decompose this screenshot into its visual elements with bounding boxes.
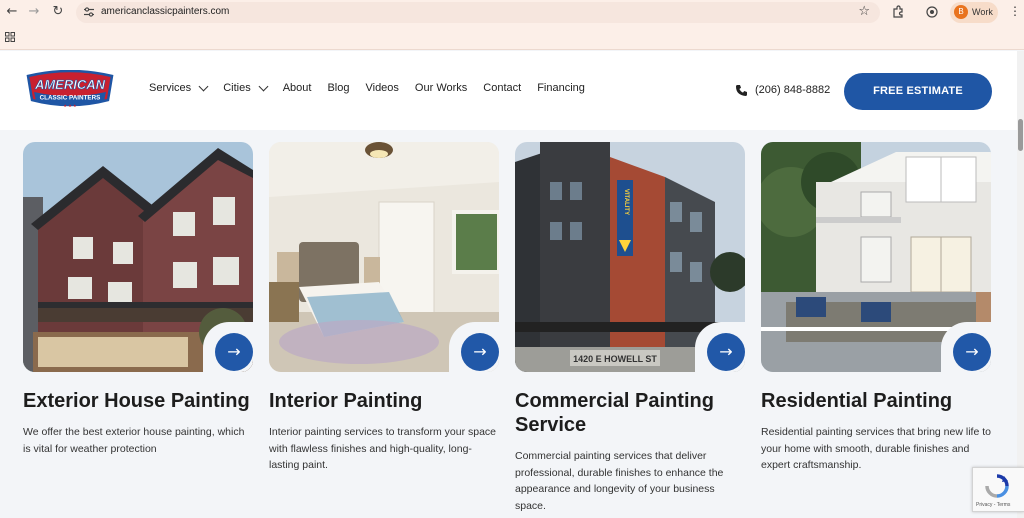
card-image-commercial[interactable]: VITALITY 1420 E HOWELL ST → [515,142,745,372]
site-logo[interactable]: AMERICAN CLASSIC PAINTERS ★ ★ ★ [24,70,116,110]
svg-text:VITALITY: VITALITY [623,189,629,215]
arrow-right-icon[interactable]: → [707,333,745,371]
extensions-icon[interactable] [891,5,905,19]
card-title[interactable]: Commercial Painting Service [515,389,745,437]
avatar: B [954,5,968,19]
forward-arrow-icon[interactable]: → [26,4,42,20]
card-title[interactable]: Residential Painting [761,389,991,413]
card-image-residential[interactable]: → [761,142,991,372]
card-description: Residential painting services that bring… [761,426,991,471]
phone-icon [736,85,747,96]
site-header: AMERICAN CLASSIC PAINTERS ★ ★ ★ Services… [0,51,1024,130]
bookmarks-bar [0,25,1024,50]
main-nav: Services Cities About Blog Videos Our Wo… [149,81,601,94]
nav-financing[interactable]: Financing [537,82,585,94]
logo-text-bottom: CLASSIC PAINTERS [40,95,101,102]
page-scrollbar[interactable] [1017,51,1024,518]
nav-cities[interactable]: Cities [223,81,269,94]
service-card-commercial[interactable]: VITALITY 1420 E HOWELL ST → Commercial P… [515,142,745,514]
url-text: americanclassicpainters.com [101,6,230,17]
free-estimate-button[interactable]: FREE ESTIMATE [844,73,992,110]
reload-icon[interactable]: ↻ [50,4,66,20]
recaptcha-icon [985,474,1009,498]
nav-our-works[interactable]: Our Works [415,82,467,94]
browser-toolbar: ← → ↻ americanclassicpainters.com ☆ B Wo… [0,0,1024,25]
card-title[interactable]: Exterior House Painting [23,389,253,413]
svg-text:★ ★ ★: ★ ★ ★ [63,103,77,108]
arrow-right-icon[interactable]: → [461,333,499,371]
nav-contact[interactable]: Contact [483,82,521,94]
scrollbar-thumb[interactable] [1018,119,1023,151]
profile-chip[interactable]: B Work [950,2,998,23]
address-bar[interactable]: americanclassicpainters.com ☆ [76,2,880,23]
logo-text-top: AMERICAN [34,77,106,92]
nav-videos[interactable]: Videos [365,82,398,94]
profile-label: Work [972,7,993,17]
browser-menu-icon[interactable]: ⋮ [1009,4,1021,18]
service-card-exterior[interactable]: → Exterior House Painting We offer the b… [23,142,253,457]
arrow-right-icon[interactable]: → [215,333,253,371]
recaptcha-badge[interactable]: Privacy - Terms [972,467,1024,512]
building-sign: 1420 E HOWELL ST [573,354,657,364]
chevron-down-icon [198,81,209,91]
apps-grid-icon[interactable] [5,32,15,42]
service-card-interior[interactable]: → Interior Painting Interior painting se… [269,142,499,474]
card-title[interactable]: Interior Painting [269,389,499,413]
nav-blog[interactable]: Blog [327,82,349,94]
chevron-down-icon [258,81,269,91]
card-image-exterior[interactable]: → [23,142,253,372]
nav-about[interactable]: About [283,82,312,94]
arrow-right-icon[interactable]: → [953,333,991,371]
media-control-icon[interactable] [925,5,939,19]
card-description: Commercial painting services that delive… [515,450,724,512]
site-info-icon[interactable] [83,6,95,18]
phone-number[interactable]: (206) 848-8882 [755,84,830,96]
card-description: Interior painting services to transform … [269,426,497,471]
card-description: We offer the best exterior house paintin… [23,426,245,455]
back-arrow-icon[interactable]: ← [4,4,20,20]
nav-label: Cities [223,82,251,94]
nav-label: Services [149,82,192,94]
card-image-interior[interactable]: → [269,142,499,372]
recaptcha-links[interactable]: Privacy - Terms [976,502,1010,508]
nav-services[interactable]: Services [149,81,209,94]
bookmark-star-icon[interactable]: ☆ [858,4,870,19]
service-card-residential[interactable]: → Residential Painting Residential paint… [761,142,991,474]
